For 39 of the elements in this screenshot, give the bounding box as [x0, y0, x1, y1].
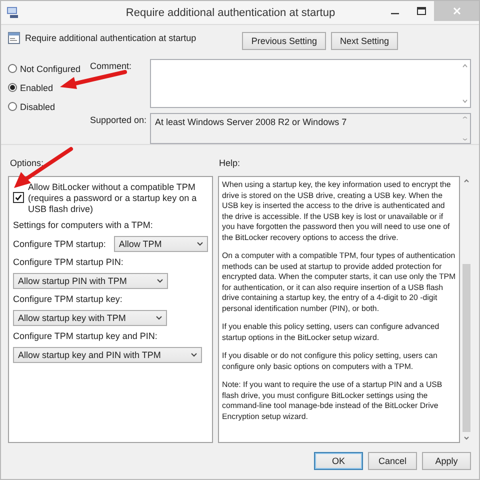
comment-field[interactable]: [150, 59, 471, 108]
maximize-icon: [416, 7, 426, 15]
radio-button[interactable]: [8, 64, 17, 73]
field-label: Configure TPM startup key:: [13, 294, 124, 305]
close-icon: [452, 7, 460, 15]
app-icon: [7, 7, 19, 18]
dropdown[interactable]: Allow startup key with TPM: [13, 310, 167, 326]
chevron-icon: [156, 316, 162, 320]
nav-button[interactable]: Next Setting: [330, 32, 398, 50]
radio-button[interactable]: [8, 83, 17, 92]
dialog-button[interactable]: OK: [314, 452, 363, 470]
checkbox-label: Allow BitLocker without a compatible TPM (requires a password or a startup key on a USB flash drive): [28, 182, 198, 215]
section-label: Options:: [10, 156, 45, 168]
dialog-button[interactable]: Cancel: [368, 452, 417, 470]
section-caption: Settings for computers with a TPM:: [13, 220, 154, 231]
field-label: Configure TPM startup:: [13, 238, 106, 250]
policy-title: Require additional authentication at startup: [25, 32, 198, 42]
field-label: Configure TPM startup PIN:: [13, 257, 124, 268]
radio-button[interactable]: [8, 102, 17, 111]
nav-button[interactable]: Previous Setting: [242, 32, 326, 50]
dropdown[interactable]: Allow TPM: [114, 236, 208, 252]
dialog-button[interactable]: Apply: [422, 452, 471, 470]
window-title: Require additional authentication at startup: [124, 6, 336, 18]
checkbox[interactable]: [13, 192, 24, 203]
chevron-icon: [197, 242, 203, 246]
radio-label: Enabled: [20, 82, 54, 92]
scrollbar: [460, 114, 470, 143]
radio-label: Disabled: [20, 102, 56, 112]
section-label: Help:: [219, 156, 240, 168]
dropdown[interactable]: Allow startup PIN with TPM: [13, 273, 168, 289]
chevron-icon: [190, 353, 197, 357]
policy-icon: [8, 32, 20, 44]
field-label: Supported on:: [90, 114, 148, 125]
dropdown[interactable]: Allow startup key and PIN with TPM: [13, 347, 202, 363]
chevron-icon: [156, 279, 163, 283]
supported-on-field: At least Windows Server 2008 R2 or Windows 7: [150, 113, 471, 144]
radio-label: Not Configured: [20, 64, 81, 74]
field-label: Comment:: [90, 60, 133, 71]
field-label: Configure TPM startup key and PIN:: [13, 331, 158, 342]
